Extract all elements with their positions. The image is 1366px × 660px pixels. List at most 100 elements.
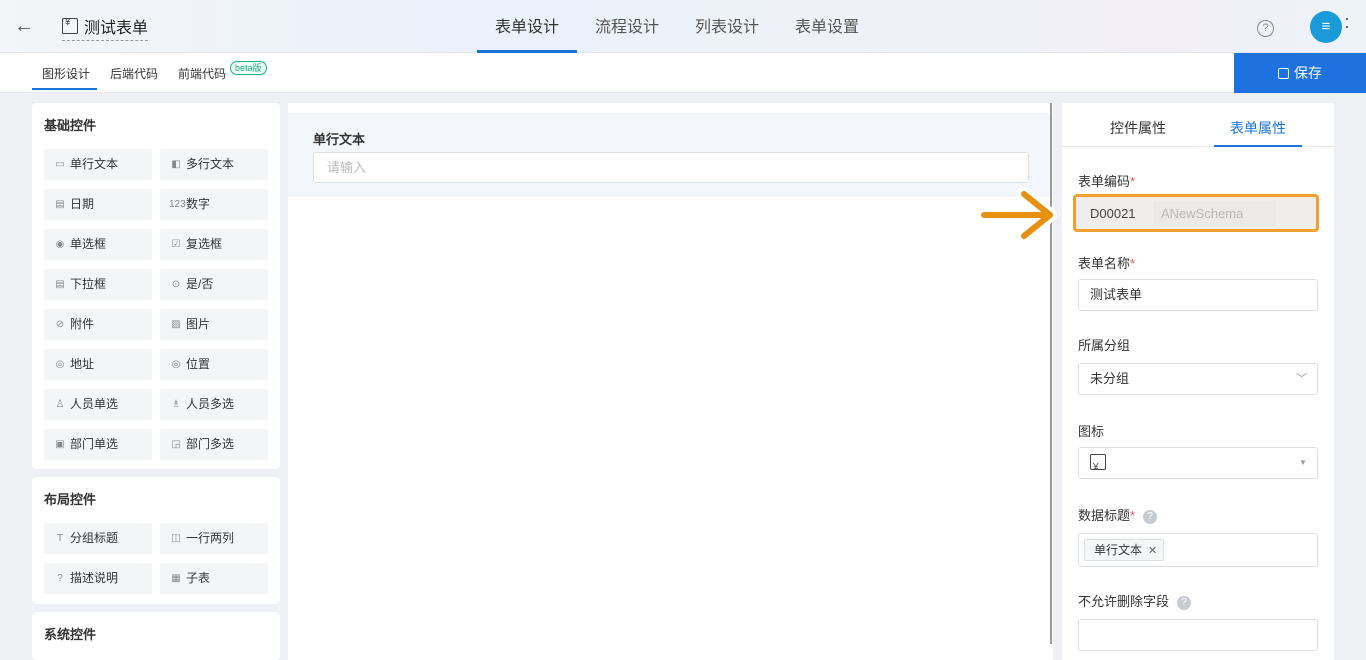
control-tile-calendar[interactable]: ▤ 日期 [44, 189, 152, 220]
control-tile-toggle[interactable]: ⊙ 是/否 [160, 269, 268, 300]
tab-form-properties[interactable]: 表单属性 [1230, 118, 1286, 138]
control-tile-columns[interactable]: ◫ 一行两列 [160, 523, 268, 554]
canvas-divider [1050, 103, 1052, 644]
tab-control-properties[interactable]: 控件属性 [1110, 118, 1166, 138]
map-pin-icon: ◎ [55, 359, 65, 370]
arrow-left-icon[interactable]: ← [14, 15, 36, 37]
control-tile-label: 是/否 [186, 277, 214, 291]
dropdown-icon: ▤ [55, 279, 65, 290]
control-tile-label: 人员单选 [70, 397, 119, 411]
subtab-backend-code[interactable]: 后端代码 [110, 65, 158, 82]
tab-list-design[interactable]: 列表设计 [677, 0, 777, 53]
question-circle-icon: ? [57, 573, 63, 584]
control-tile-label: 一行两列 [186, 531, 235, 545]
tab-form-design[interactable]: 表单设计 [477, 0, 578, 53]
subtab-active-indicator [32, 88, 97, 90]
control-tile-image[interactable]: ▨ 图片 [160, 309, 268, 340]
help-icon[interactable]: ? [1143, 510, 1158, 524]
data-title-tag-label: 单行文本 [1094, 543, 1143, 557]
multi-line-icon: ◧ [171, 159, 181, 170]
control-tile-label: 单选框 [70, 237, 107, 251]
calendar-icon: ▤ [55, 199, 65, 210]
paperclip-icon: ⊘ [55, 319, 65, 330]
control-tile-multi-line[interactable]: ◧ 多行文本 [160, 149, 268, 180]
top-header: ← 测试表单 表单设计 流程设计 列表设计 表单设置 ? ≡ ·· [0, 0, 1366, 53]
text-t-icon: T [56, 533, 64, 544]
control-tile-radio[interactable]: ◉ 单选框 [44, 229, 152, 260]
data-title-tag: 单行文本 ✕ [1084, 539, 1165, 561]
control-tile-users[interactable]: ♗ 人员多选 [160, 389, 268, 420]
chevron-down-icon: ﹀ [1296, 373, 1307, 385]
control-tile-dept[interactable]: ▣ 部门单选 [44, 429, 152, 460]
checkbox-icon: ☑ [171, 239, 181, 250]
columns-icon: ◫ [171, 533, 181, 544]
image-icon: ▨ [171, 319, 181, 330]
control-tile-depts[interactable]: ◲ 部门多选 [160, 429, 268, 460]
control-tile-paperclip[interactable]: ⊘ 附件 [44, 309, 152, 340]
control-tile-location[interactable]: ◎ 位置 [160, 349, 268, 380]
control-tile-dropdown[interactable]: ▤ 下拉框 [44, 269, 152, 300]
data-title-select[interactable]: 单行文本 ✕ [1078, 533, 1318, 567]
control-tile-table[interactable]: ▦ 子表 [160, 563, 268, 594]
no-delete-fields-input[interactable] [1078, 619, 1318, 651]
table-icon: ▦ [171, 573, 181, 584]
control-tile-label: 部门单选 [70, 437, 119, 451]
save-button[interactable]: 保存 [1234, 53, 1366, 93]
control-tile-label: 下拉框 [70, 277, 107, 291]
dept-icon: ▣ [55, 439, 65, 450]
more-vertical-icon[interactable]: · · [1344, 9, 1350, 35]
control-tile-map-pin[interactable]: ◎ 地址 [44, 349, 152, 380]
basic-controls-title: 基础控件 [44, 118, 97, 133]
user-avatar-icon[interactable]: ≡ [1310, 11, 1342, 43]
toggle-icon: ⊙ [171, 279, 181, 290]
control-tile-checkbox[interactable]: ☑ 复选框 [160, 229, 268, 260]
control-tile-number[interactable]: 123 数字 [160, 189, 268, 220]
control-tile-label: 单行文本 [70, 157, 119, 171]
group-select[interactable]: 未分组 ﹀ [1078, 363, 1318, 395]
form-yen-icon [62, 17, 78, 34]
main-tabs: 表单设计 流程设计 列表设计 表单设置 [477, 0, 877, 53]
required-mark: * [1130, 174, 1136, 189]
control-tile-label: 描述说明 [70, 571, 119, 585]
control-tile-label: 位置 [186, 357, 211, 371]
app-title[interactable]: 测试表单 [62, 14, 149, 41]
subtab-graphic-design[interactable]: 图形设计 [42, 65, 90, 82]
sub-tab-bar: 图形设计 后端代码 前端代码 [0, 53, 1366, 93]
control-tile-user[interactable]: ♙ 人员单选 [44, 389, 152, 420]
canvas-field-input[interactable]: 请输入 [313, 152, 1029, 183]
help-icon[interactable]: ? [1177, 596, 1192, 610]
icon-select[interactable]: ▼ [1078, 447, 1318, 483]
form-code-input[interactable]: ANewSchema [1153, 201, 1276, 226]
control-tile-label: 日期 [70, 197, 95, 211]
control-tile-label: 分组标题 [70, 531, 119, 545]
control-tile-label: 人员多选 [186, 397, 235, 411]
data-title-label-text: 数据标题 [1078, 508, 1131, 523]
save-button-label: 保存 [1294, 65, 1322, 81]
data-title-label: 数据标题*? [1078, 505, 1158, 524]
beta-badge: beta版 [230, 61, 267, 75]
form-name-label-text: 表单名称 [1078, 256, 1131, 271]
canvas-field-label: 单行文本 [313, 132, 366, 147]
control-tile-label: 地址 [70, 357, 95, 371]
subtab-frontend-code[interactable]: 前端代码 [178, 65, 226, 82]
app-title-text: 测试表单 [84, 20, 149, 37]
required-mark: * [1130, 508, 1136, 523]
number-icon: 123 [169, 199, 186, 210]
close-icon[interactable]: ✕ [1148, 545, 1157, 557]
users-icon: ♗ [171, 399, 181, 410]
form-yen-icon [1090, 453, 1106, 483]
control-tile-label: 子表 [186, 571, 211, 585]
caret-down-icon: ▼ [1299, 458, 1307, 467]
tab-flow-design[interactable]: 流程设计 [577, 0, 677, 53]
system-controls-panel: 系统控件 [32, 612, 280, 660]
control-tile-label: 附件 [70, 317, 95, 331]
control-tile-single-line[interactable]: ▭ 单行文本 [44, 149, 152, 180]
control-tile-question-circle[interactable]: ? 描述说明 [44, 563, 152, 594]
group-select-value: 未分组 [1090, 371, 1130, 386]
question-circle-icon[interactable]: ? [1257, 20, 1274, 37]
control-tile-text-t[interactable]: T 分组标题 [44, 523, 152, 554]
save-icon [1278, 68, 1289, 79]
tab-form-settings[interactable]: 表单设置 [777, 0, 877, 53]
form-name-input[interactable]: 测试表单 [1078, 279, 1318, 311]
form-code-label: 表单编码* [1078, 171, 1135, 190]
